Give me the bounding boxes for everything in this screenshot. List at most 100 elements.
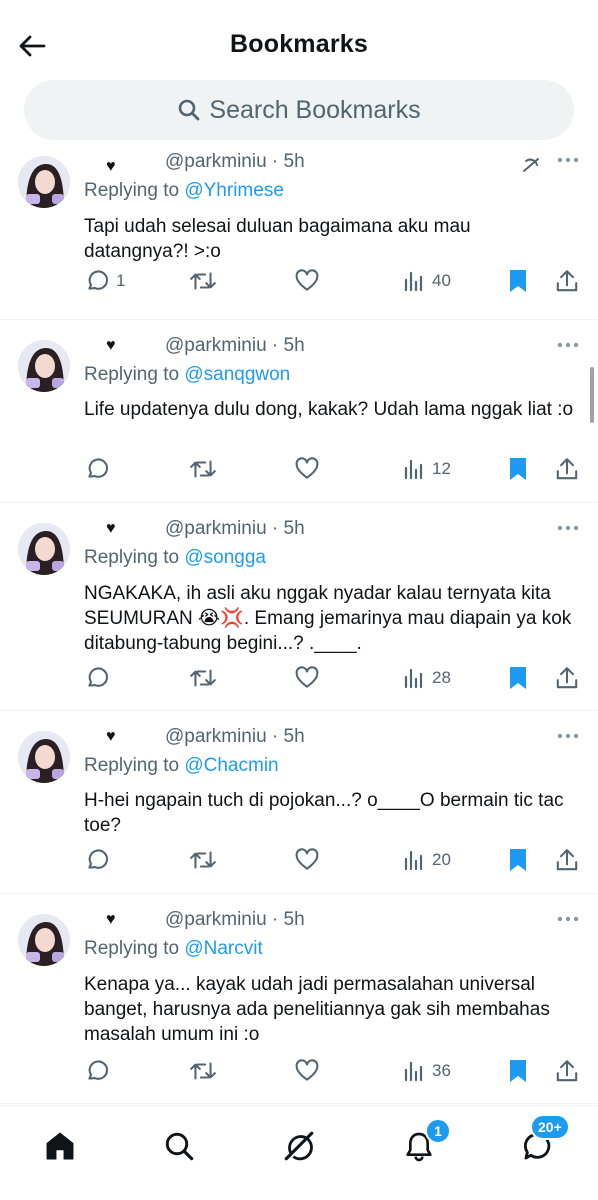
tweet[interactable]: ♥ @parkminiu · 5h Replying to @Narcvit K… [0, 894, 598, 1104]
views-button[interactable]: 40 [402, 266, 451, 296]
share-button[interactable] [554, 1056, 580, 1086]
reply-icon [88, 849, 108, 869]
nav-notifications[interactable]: 1 [397, 1118, 451, 1168]
nav-explore[interactable] [157, 1124, 201, 1168]
views-button[interactable]: 12 [402, 454, 451, 484]
bookmark-button[interactable] [506, 454, 530, 484]
retweet-icon [190, 272, 216, 290]
like-button[interactable] [294, 266, 320, 296]
heart-emoji: ♥ [106, 520, 116, 537]
more-icon[interactable] [554, 728, 582, 744]
tweet-text: Life updatenya dulu dong, kakak? Udah la… [84, 399, 574, 420]
retweet-button[interactable] [189, 1056, 217, 1086]
retweet-button[interactable] [189, 454, 217, 484]
tweet[interactable]: ♥ @parkminiu · 5h Replying to @Yhrimese … [0, 150, 598, 320]
views-button[interactable]: 20 [402, 845, 451, 875]
like-button[interactable] [294, 1056, 320, 1086]
views-icon [404, 1061, 423, 1082]
bookmark-icon [510, 458, 526, 480]
reply-icon [88, 1060, 108, 1080]
reply-button[interactable] [84, 663, 110, 693]
share-button[interactable] [554, 845, 580, 875]
tweet-text: NGAKAKA, ih asli aku nggak nyadar kalau … [84, 583, 572, 654]
tweet-actions: 1 40 [84, 266, 584, 296]
tweet[interactable]: ♥ @parkminiu · 5h Replying to @sanqgwon … [0, 320, 598, 503]
nav-home[interactable] [38, 1124, 82, 1168]
share-icon [556, 458, 578, 480]
share-button[interactable] [554, 663, 580, 693]
views-count: 12 [432, 459, 451, 478]
nav-grok[interactable] [277, 1124, 321, 1168]
header: Bookmarks Search Bookmarks [0, 0, 598, 150]
avatar[interactable] [18, 914, 70, 966]
avatar-image [18, 156, 70, 208]
replying-to-user[interactable]: @Chacmin [184, 755, 278, 776]
replying-to-prefix: Replying to [84, 180, 180, 201]
handle-and-time[interactable]: @parkminiu · 5h [165, 151, 305, 173]
avatar[interactable] [18, 340, 70, 392]
views-icon [404, 850, 423, 871]
retweet-button[interactable] [189, 845, 217, 875]
retweet-icon [190, 851, 216, 869]
handle-and-time[interactable]: @parkminiu · 5h [165, 335, 305, 357]
bookmark-button[interactable] [506, 1056, 530, 1086]
views-button[interactable]: 36 [402, 1056, 451, 1086]
heart-icon [295, 1059, 319, 1081]
bookmark-icon [510, 849, 526, 871]
replying-to-user[interactable]: @songga [184, 547, 266, 568]
avatar[interactable] [18, 156, 70, 208]
more-icon[interactable] [554, 337, 582, 353]
more-icon[interactable] [554, 152, 582, 168]
bookmark-button[interactable] [506, 845, 530, 875]
bottom-navigation: 1 20+ [0, 1105, 598, 1200]
replying-to-user[interactable]: @Narcvit [184, 938, 262, 959]
views-count: 40 [432, 271, 451, 290]
retweet-icon [190, 460, 216, 478]
avatar-image [18, 914, 70, 966]
replying-to-user[interactable]: @sanqgwon [184, 364, 290, 385]
handle-and-time[interactable]: @parkminiu · 5h [165, 518, 305, 540]
tweet[interactable]: ♥ @parkminiu · 5h Replying to @Chacmin H… [0, 711, 598, 894]
reply-button[interactable]: 1 [84, 266, 125, 296]
heart-icon [295, 457, 319, 479]
search-input[interactable]: Search Bookmarks [24, 80, 574, 140]
retweet-button[interactable] [189, 266, 217, 296]
share-button[interactable] [554, 266, 580, 296]
handle-and-time[interactable]: @parkminiu · 5h [165, 909, 305, 931]
grok-icon[interactable] [520, 154, 542, 176]
handle-and-time[interactable]: @parkminiu · 5h [165, 726, 305, 748]
share-icon [556, 1060, 578, 1082]
like-button[interactable] [294, 845, 320, 875]
tweet-text: Kenapa ya... kayak udah jadi permasalaha… [84, 974, 550, 1045]
views-button[interactable]: 28 [402, 663, 451, 693]
replying-to: Replying to @Narcvit [84, 938, 263, 960]
reply-button[interactable] [84, 1056, 110, 1086]
replying-to-user[interactable]: @Yhrimese [184, 180, 284, 201]
reply-count: 1 [116, 271, 126, 290]
heart-emoji: ♥ [106, 728, 116, 745]
reply-icon [88, 458, 108, 478]
avatar[interactable] [18, 731, 70, 783]
tweet[interactable]: ♥ @parkminiu · 5h Replying to @songga NG… [0, 503, 598, 711]
bookmark-button[interactable] [506, 663, 530, 693]
avatar[interactable] [18, 523, 70, 575]
search-placeholder: Search Bookmarks [209, 95, 421, 124]
retweet-button[interactable] [189, 663, 217, 693]
reply-button[interactable] [84, 454, 110, 484]
bookmark-button[interactable] [506, 266, 530, 296]
replying-to-prefix: Replying to [84, 755, 180, 776]
retweet-icon [190, 669, 216, 687]
reply-button[interactable] [84, 845, 110, 875]
reply-icon [88, 270, 108, 290]
bookmark-icon [510, 1060, 526, 1082]
tweet-text: Tapi udah selesai duluan bagaimana aku m… [84, 216, 471, 262]
bookmark-icon [510, 667, 526, 689]
more-icon[interactable] [554, 520, 582, 536]
like-button[interactable] [294, 454, 320, 484]
more-icon[interactable] [554, 911, 582, 927]
scrollbar[interactable] [590, 367, 594, 423]
share-button[interactable] [554, 454, 580, 484]
like-button[interactable] [294, 663, 320, 693]
grok-icon [284, 1131, 314, 1161]
nav-messages[interactable]: 20+ [516, 1114, 570, 1168]
